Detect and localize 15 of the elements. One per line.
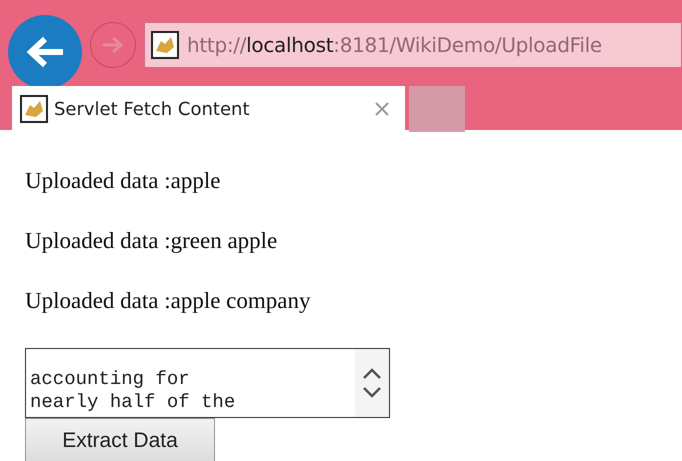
arrow-left-icon (25, 35, 65, 69)
scroll-down-icon[interactable] (362, 386, 382, 398)
tab-title: Servlet Fetch Content (54, 98, 251, 120)
address-bar[interactable]: http://localhost:8181/WikiDemo/UploadFile (144, 22, 682, 68)
uploaded-text: Uploaded data :green apple (25, 228, 278, 254)
arrow-right-icon (101, 35, 125, 55)
scroll-up-icon[interactable] (362, 368, 382, 380)
cat-icon (20, 95, 48, 123)
url-text: http://localhost:8181/WikiDemo/UploadFile (187, 33, 602, 57)
uploaded-text: Uploaded data :apple (25, 168, 222, 194)
cat-icon (151, 31, 179, 59)
text-area[interactable]: accounting for nearly half of the (25, 348, 390, 418)
browser-tab[interactable]: Servlet Fetch Content (12, 86, 405, 132)
extract-data-button[interactable]: Extract Data (25, 418, 215, 461)
uploaded-text: Uploaded data :apple company (25, 288, 312, 314)
